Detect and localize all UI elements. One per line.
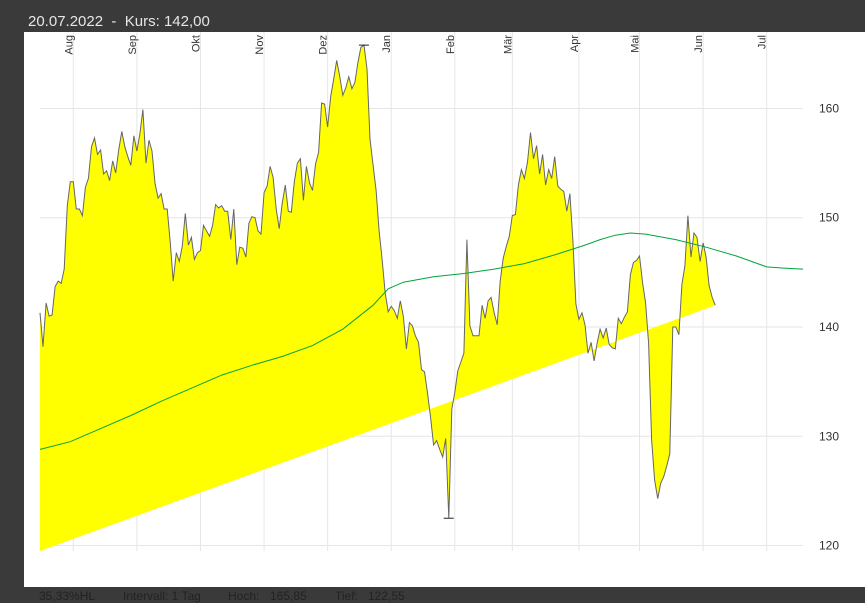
y-tick-label: 150 xyxy=(819,211,839,225)
y-axis-ticks: 120 130 140 150 160 xyxy=(819,101,839,552)
header-title: 20.07.2022 - Kurs: 142,00 xyxy=(28,13,210,30)
y-tick-label: 130 xyxy=(819,429,839,443)
header-price: Kurs: 142,00 xyxy=(124,13,210,30)
footer-high-label: Hoch: xyxy=(228,589,260,603)
month-label: Dez xyxy=(318,35,330,55)
header-date: 20.07.2022 xyxy=(28,13,104,30)
footer-low-label: Tief: xyxy=(335,589,358,603)
price-area-layer xyxy=(39,44,716,551)
month-label: Mär xyxy=(502,35,514,54)
footer-hl-percent: 35,33%HL xyxy=(39,589,96,603)
month-label: Jun xyxy=(693,35,705,53)
month-label: Jan xyxy=(381,35,393,53)
footer-interval: Intervall: 1 Tag xyxy=(123,589,201,603)
title-bar: 20.07.2022 - Kurs: 142,00 xyxy=(0,0,865,32)
month-label: Nov xyxy=(254,35,266,55)
y-tick-label: 160 xyxy=(819,101,839,115)
y-tick-label: 140 xyxy=(819,320,839,334)
month-label: Apr xyxy=(569,35,581,52)
left-strip xyxy=(0,32,24,587)
header-separator: - xyxy=(111,13,117,30)
month-label: Feb xyxy=(445,35,457,54)
footer-low-value: 122,55 xyxy=(368,589,405,603)
month-label: Aug xyxy=(63,35,75,55)
month-label: Okt xyxy=(191,35,203,52)
month-label: Sep xyxy=(127,35,139,55)
chart-panel: Aug Sep Okt Nov Dez Jan Feb Mär Apr Mai Jun Jul 120… xyxy=(24,32,865,603)
month-labels: Aug Sep Okt Nov Dez Jan Feb Mär Apr Mai Jun Jul xyxy=(63,35,768,55)
y-tick-label: 120 xyxy=(819,539,839,553)
month-label: Mai xyxy=(630,35,642,53)
footer-high-value: 165,85 xyxy=(270,589,307,603)
month-label: Jul xyxy=(757,35,769,49)
price-chart: Aug Sep Okt Nov Dez Jan Feb Mär Apr Mai Jun Jul 120… xyxy=(39,32,839,553)
